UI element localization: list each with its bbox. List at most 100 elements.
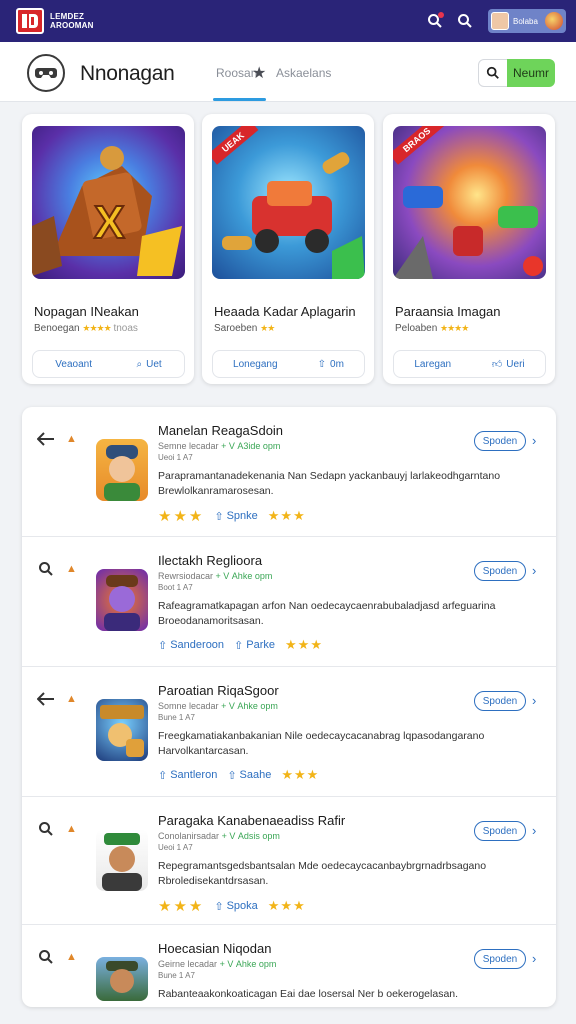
- search-icon[interactable]: [36, 819, 56, 839]
- view-button[interactable]: Lonegang: [233, 359, 278, 370]
- user-chip[interactable]: Bolaba: [488, 9, 566, 33]
- controller-icon[interactable]: [27, 54, 65, 92]
- search-icon[interactable]: [424, 10, 446, 32]
- fire-icon: ▲: [66, 433, 77, 445]
- game-thumbnail: [96, 957, 148, 1001]
- open-button[interactable]: Spoden: [474, 949, 526, 969]
- search-button[interactable]: [478, 59, 508, 87]
- view-button[interactable]: Laregan: [414, 359, 451, 370]
- game-title: Manelan ReagaSdoin: [158, 423, 284, 438]
- game-version: Bune 1 A7: [158, 971, 195, 980]
- chevron-right-icon[interactable]: ›: [532, 433, 536, 448]
- game-title: Paroatian RiqaSgoor: [158, 683, 279, 698]
- row-footer: ★★★ ⇧ Spnke ★★★: [158, 507, 306, 525]
- share-icon: ⇧: [317, 358, 327, 370]
- rating-stars: ★★★: [281, 767, 320, 782]
- open-button[interactable]: Spoden: [474, 821, 526, 841]
- game-title: Paragaka Kanabenaeadiss Rafir: [158, 813, 346, 828]
- badge-icon: [545, 12, 563, 30]
- svg-text:X: X: [94, 196, 125, 248]
- tab-askaelans[interactable]: Askaelans: [276, 66, 331, 80]
- back-arrow-icon[interactable]: [36, 689, 56, 709]
- search-action-button[interactable]: ⌕ Uet: [137, 359, 162, 370]
- card-subtitle: Peloaben ★★★★: [395, 323, 469, 334]
- share-icon: ⇧: [214, 510, 224, 523]
- game-art: BRAOS: [393, 126, 546, 279]
- list-item[interactable]: ▲ Hoecasian Niqodan Geirne lecadar + V A…: [22, 925, 556, 1007]
- parke-link[interactable]: ⇧ Parke: [234, 639, 275, 652]
- active-tab-indicator: [213, 98, 266, 101]
- game-version: Boot 1 A7: [158, 583, 193, 592]
- view-button[interactable]: Veaoant: [55, 359, 92, 370]
- search-icon[interactable]: [454, 10, 476, 32]
- game-thumbnail: [96, 439, 148, 501]
- featured-card[interactable]: BRAOS Paraansia Imagan Peloaben ★★★★ Lar…: [383, 114, 555, 384]
- game-meta: Somne lecadar + V Ahke opm: [158, 701, 278, 711]
- game-meta: Geirne lecadar + V Ahke opm: [158, 959, 277, 969]
- list-item[interactable]: ▲ Manelan ReagaSdoin Semne lecadar + V A…: [22, 407, 556, 537]
- game-meta: Rewrsiodacar + V Ahke opm: [158, 571, 273, 581]
- game-description: Rabanteaakonkoaticagan Eai dae losersal …: [158, 988, 459, 1000]
- fire-icon: ▲: [66, 693, 77, 705]
- page-title: Nnonagan: [80, 62, 175, 85]
- game-version: Bune 1 A7: [158, 713, 195, 722]
- game-list: ▲ Manelan ReagaSdoin Semne lecadar + V A…: [22, 407, 556, 1007]
- row-footer: ⇧ Santleron ⇧ Saahe ★★★: [158, 767, 319, 783]
- list-item[interactable]: ▲ Ilectakh Reglioora Rewrsiodacar + V Ah…: [22, 537, 556, 667]
- brand-logo-icon: [22, 14, 38, 28]
- game-thumbnail: [96, 569, 148, 631]
- share-button[interactable]: ⇧ 0m: [318, 359, 344, 370]
- sanderoon-link[interactable]: ⇧ Sanderoon: [158, 639, 224, 652]
- game-art: X: [32, 126, 185, 279]
- featured-card[interactable]: UEAK Heaada Kadar Aplagarin Saroeben ★★ …: [202, 114, 374, 384]
- game-thumbnail: [96, 829, 148, 891]
- chevron-right-icon[interactable]: ›: [532, 951, 536, 966]
- back-arrow-icon[interactable]: [36, 429, 56, 449]
- santleron-link[interactable]: ⇧ Santleron: [158, 769, 217, 782]
- like-button[interactable]: 👍︎ Ueri: [492, 358, 525, 371]
- list-item[interactable]: ▲ Paragaka Kanabenaeadiss Rafir Conolani…: [22, 797, 556, 925]
- top-bar: LEMDEZ AROOMAN Bolaba: [0, 0, 576, 42]
- game-version: Ueoi 1 A7: [158, 453, 193, 462]
- game-description: Repegramantsgedsbantsalan Mde oedecaycac…: [158, 860, 487, 887]
- chevron-right-icon[interactable]: ›: [532, 563, 536, 578]
- chevron-right-icon[interactable]: ›: [532, 693, 536, 708]
- card-actions: Veaoant ⌕ Uet: [32, 350, 185, 378]
- page-header: Nnonagan Roosan ★ Askaelans Neumr: [0, 42, 576, 102]
- card-title: Heaada Kadar Aplagarin: [214, 304, 356, 319]
- spnke-link[interactable]: ⇧ Spnke: [214, 510, 257, 523]
- chevron-right-icon[interactable]: ›: [532, 823, 536, 838]
- open-button[interactable]: Spoden: [474, 431, 526, 451]
- card-title: Nopagan INeakan: [34, 304, 139, 319]
- notification-dot: [438, 12, 444, 18]
- card-actions: Lonegang ⇧ 0m: [212, 350, 365, 378]
- share-icon: ⇧: [234, 639, 244, 652]
- open-button[interactable]: Spoden: [474, 561, 526, 581]
- share-icon: ⇧: [158, 639, 168, 652]
- game-version: Ueoi 1 A7: [158, 843, 193, 852]
- avatar: [491, 12, 509, 30]
- open-button[interactable]: Spoden: [474, 691, 526, 711]
- rating-stars: ★★★★: [82, 323, 111, 333]
- fire-icon: ▲: [66, 951, 77, 963]
- rating-stars: ★★★: [285, 637, 323, 652]
- card-actions: Laregan 👍︎ Ueri: [393, 350, 546, 378]
- search-icon[interactable]: [36, 559, 56, 579]
- rating-stars: ★★★: [158, 898, 205, 915]
- rating-stars: ★★★: [158, 508, 205, 525]
- game-description: Parapramantanadekenania Nan Sedapn yacka…: [158, 470, 501, 497]
- new-button[interactable]: Neumr: [507, 59, 555, 87]
- list-item[interactable]: ▲ Paroatian RiqaSgoor Somne lecadar + V …: [22, 667, 556, 797]
- featured-card[interactable]: X Nopagan INeakan Benoegan ★★★★ tnoas Ve…: [22, 114, 194, 384]
- fire-icon: ▲: [66, 563, 77, 575]
- brand-name: LEMDEZ AROOMAN: [50, 12, 110, 30]
- row-footer: ⇧ Sanderoon ⇧ Parke ★★★: [158, 637, 323, 653]
- search-icon[interactable]: [36, 947, 56, 967]
- share-icon: ⇧: [158, 769, 168, 782]
- card-title: Paraansia Imagan: [395, 304, 501, 319]
- spoka-link[interactable]: ⇧ Spoka: [214, 900, 257, 913]
- app-logo[interactable]: [16, 8, 44, 34]
- game-title: Ilectakh Reglioora: [158, 553, 263, 568]
- saahe-link[interactable]: ⇧ Saahe: [227, 769, 271, 782]
- game-title: Hoecasian Niqodan: [158, 941, 272, 956]
